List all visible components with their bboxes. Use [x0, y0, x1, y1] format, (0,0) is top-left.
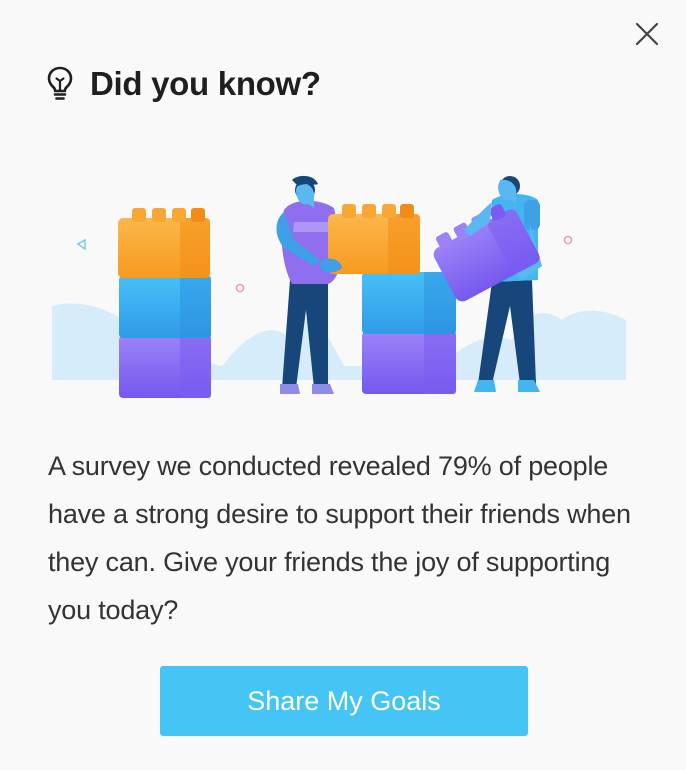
- dialog-header: Did you know?: [46, 38, 321, 130]
- dialog-message: A survey we conducted revealed 79% of pe…: [48, 451, 631, 625]
- left-block-stack: [118, 208, 211, 398]
- share-my-goals-button[interactable]: Share My Goals: [160, 666, 528, 736]
- dialog-title: Did you know?: [90, 65, 321, 103]
- did-you-know-dialog: Did you know? A survey we conducted reve…: [0, 0, 686, 770]
- friends-building-blocks-illustration: [52, 175, 626, 398]
- close-icon[interactable]: [632, 19, 662, 49]
- lightbulb-icon: [47, 66, 73, 100]
